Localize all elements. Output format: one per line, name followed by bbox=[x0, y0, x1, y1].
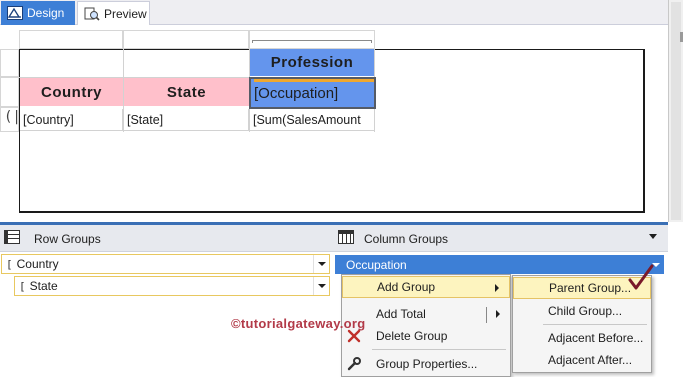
column-groups-title: Column Groups bbox=[338, 225, 448, 252]
occupation-header-text: [Occupation] bbox=[254, 84, 339, 102]
menu-separator bbox=[543, 324, 647, 325]
submenu-item-adjacent-after-label: Adjacent After... bbox=[548, 353, 633, 367]
column-handle-2[interactable] bbox=[123, 30, 249, 49]
menu-item-delete-group[interactable]: Delete Group bbox=[342, 325, 510, 347]
column-groups-icon bbox=[338, 230, 354, 247]
group-context-menu: Add Group Add Total Delete Group Group P… bbox=[341, 274, 511, 377]
design-surface: (| Profession Country State [Occupation]… bbox=[0, 25, 668, 222]
checkmark-icon bbox=[628, 264, 654, 290]
row-groups-label: Row Groups bbox=[34, 231, 101, 246]
row-group-state[interactable]: [ State bbox=[14, 276, 330, 296]
column-groups-label: Column Groups bbox=[364, 231, 449, 246]
submenu-item-adjacent-after[interactable]: Adjacent After... bbox=[513, 349, 651, 371]
country-detail-cell[interactable]: [Country] bbox=[20, 109, 123, 131]
submenu-item-child-group-label: Child Group... bbox=[548, 304, 623, 318]
menu-item-add-group-label: Add Group bbox=[377, 280, 436, 294]
menu-item-group-properties[interactable]: Group Properties... bbox=[342, 353, 510, 375]
preview-icon bbox=[84, 7, 100, 21]
sales-detail-text: [Sum(SalesAmount bbox=[253, 112, 361, 127]
row-group-state-label: State bbox=[29, 279, 58, 293]
submenu-arrow-icon bbox=[496, 310, 500, 318]
row-handle-2[interactable] bbox=[0, 77, 19, 107]
tab-preview[interactable]: Preview bbox=[77, 1, 150, 25]
menu-item-add-group[interactable]: Add Group bbox=[342, 276, 510, 298]
wrench-icon bbox=[346, 356, 362, 372]
row-group-country-label: Country bbox=[16, 257, 59, 271]
column-groups-dropdown-icon[interactable] bbox=[649, 234, 657, 239]
row-groups-title: Row Groups bbox=[4, 225, 101, 252]
column-group-occupation-label: Occupation bbox=[346, 257, 407, 272]
row-group-country-dropdown[interactable] bbox=[313, 255, 329, 273]
occupation-header-cell[interactable]: [Occupation] bbox=[249, 77, 376, 109]
row-groups-icon bbox=[4, 230, 20, 247]
state-header-text: State bbox=[166, 83, 207, 101]
country-detail-text: [Country] bbox=[23, 112, 74, 127]
column-group-occupation[interactable]: Occupation bbox=[335, 255, 664, 274]
row-group-country[interactable]: [ Country bbox=[1, 254, 330, 274]
tab-design[interactable]: Design bbox=[1, 1, 75, 25]
state-detail-cell[interactable]: [State] bbox=[124, 109, 249, 131]
chevron-down-icon bbox=[317, 262, 326, 266]
menu-separator bbox=[372, 349, 506, 350]
profession-header-text: Profession bbox=[270, 54, 354, 71]
profession-header-cell[interactable]: Profession bbox=[250, 49, 374, 76]
column-group-grip bbox=[252, 40, 372, 43]
add-total-split-divider bbox=[486, 307, 487, 323]
grouping-pane-header: Row Groups Column Groups bbox=[0, 225, 668, 252]
design-icon bbox=[7, 6, 23, 20]
sales-detail-cell[interactable]: [Sum(SalesAmount bbox=[250, 109, 375, 131]
group-bracket-icon: [ bbox=[6, 257, 13, 271]
country-header-cell[interactable]: Country bbox=[20, 78, 123, 106]
chevron-down-icon bbox=[317, 284, 326, 288]
menu-item-delete-group-label: Delete Group bbox=[376, 329, 448, 343]
submenu-item-adjacent-before[interactable]: Adjacent Before... bbox=[513, 327, 651, 349]
submenu-item-adjacent-before-label: Adjacent Before... bbox=[548, 331, 644, 345]
tab-preview-label: Preview bbox=[104, 6, 147, 21]
menu-item-add-total-label: Add Total bbox=[376, 307, 426, 321]
menu-item-group-properties-label: Group Properties... bbox=[376, 357, 478, 371]
view-tab-strip: Design Preview bbox=[0, 0, 668, 25]
menu-item-add-total[interactable]: Add Total bbox=[342, 303, 510, 325]
submenu-item-parent-group-label: Parent Group... bbox=[549, 281, 632, 295]
row-group-state-dropdown[interactable] bbox=[313, 277, 329, 295]
selection-grip bbox=[254, 79, 374, 82]
submenu-item-child-group[interactable]: Child Group... bbox=[513, 300, 651, 322]
group-bracket-icon: [ bbox=[19, 279, 26, 293]
country-header-text: Country bbox=[41, 83, 102, 101]
row-handle-1[interactable] bbox=[0, 49, 19, 77]
column-handle-1[interactable] bbox=[19, 30, 123, 49]
submenu-arrow-icon bbox=[495, 284, 499, 292]
tab-design-label: Design bbox=[27, 6, 65, 20]
row-group-indicator-icon: (| bbox=[4, 109, 21, 125]
state-detail-text: [State] bbox=[127, 112, 164, 127]
state-header-cell[interactable]: State bbox=[124, 78, 249, 106]
watermark-text: ©tutorialgateway.org bbox=[231, 316, 366, 331]
